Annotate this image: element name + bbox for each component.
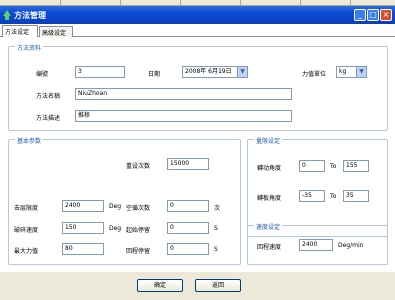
method-name-label: 方法名稱 <box>36 93 61 100</box>
start-wait-label: 起始停留 <box>126 227 151 234</box>
unit-label: 力值單位 <box>302 71 327 78</box>
rotate-from-field[interactable]: -35 <box>299 190 325 202</box>
max-stroke-label: 击层限度 <box>14 205 39 212</box>
angle-to-field[interactable]: 155 <box>343 160 369 172</box>
return-wait-field[interactable]: 0 <box>167 243 209 255</box>
tare-label: 重设次数 <box>126 163 151 170</box>
number-label: 编號 <box>36 71 49 78</box>
method-desc-label: 方法描述 <box>36 115 61 122</box>
tab-panel: 方法资料 编號 3 日期 2008年 6月19日 ▼ 力值單位 kg ▼ 方法名… <box>2 37 393 272</box>
tab-strip: 方法设定 高级设定 <box>0 24 395 37</box>
date-picker[interactable]: 2008年 6月19日 ▼ <box>182 66 248 78</box>
max-force-field[interactable]: 80 <box>62 243 104 255</box>
rotate-label: 轉板角度 <box>257 195 282 202</box>
number-field[interactable]: 3 <box>75 66 125 78</box>
close-button[interactable]: × <box>380 9 392 21</box>
chevron-down-icon: ▼ <box>237 67 247 77</box>
ok-button[interactable]: 确定 <box>137 279 183 292</box>
return-wait-unit: S <box>214 246 218 253</box>
return-wait-label: 回程停留 <box>126 248 151 255</box>
footer-bar: 确定 返回 <box>0 272 395 300</box>
date-label: 日期 <box>148 71 161 78</box>
zero-speed-unit: Deg <box>109 225 122 232</box>
method-name-field[interactable]: NiuZhoan <box>75 88 292 100</box>
basic-params-legend: 基本参数 <box>15 136 44 145</box>
rotate-to-label: To <box>330 193 337 200</box>
return-speed-label: 回程速度 <box>257 244 282 251</box>
empty-count-unit: 次 <box>214 205 221 212</box>
unit-select[interactable]: kg ▼ <box>336 66 367 78</box>
angle-from-field[interactable]: 0 <box>299 160 325 172</box>
zero-speed-field[interactable]: 150 <box>62 222 104 234</box>
angle-label: 轉动角度 <box>257 165 282 172</box>
app-icon <box>3 10 11 20</box>
max-stroke-unit: Deg <box>109 203 122 210</box>
return-speed-unit: Deg/min <box>338 242 364 249</box>
method-info-legend: 方法资料 <box>15 43 44 52</box>
start-wait-unit: S <box>214 225 218 232</box>
speed-settings-legend: 速度设定 <box>254 222 283 231</box>
minimize-button[interactable]: _ <box>354 9 366 21</box>
method-desc-field[interactable]: 推移 <box>75 110 292 122</box>
angle-to-label: To <box>330 163 337 170</box>
chevron-down-icon: ▼ <box>356 67 366 77</box>
start-wait-field[interactable]: 0 <box>167 222 209 234</box>
max-stroke-field[interactable]: 2400 <box>62 200 104 212</box>
empty-count-field[interactable]: 0 <box>167 200 209 212</box>
return-speed-field[interactable]: 2400 <box>299 239 333 251</box>
date-value: 2008年 6月19日 <box>185 68 232 75</box>
tab-method-settings[interactable]: 方法设定 <box>2 25 38 37</box>
range-settings-legend: 量限设定 <box>254 136 283 145</box>
back-button[interactable]: 返回 <box>195 279 241 292</box>
maximize-button[interactable]: □ <box>367 9 379 21</box>
empty-count-label: 空循次数 <box>126 205 151 212</box>
rotate-to-field[interactable]: 35 <box>343 190 369 202</box>
unit-value: kg <box>339 68 347 75</box>
tare-field[interactable]: 15000 <box>167 158 209 170</box>
zero-speed-label: 破碎速度 <box>14 227 39 234</box>
tab-advanced-settings[interactable]: 高级设定 <box>39 26 73 37</box>
window-titlebar: 方法管理 _ □ × <box>0 6 395 24</box>
max-force-label: 最大力值 <box>14 248 39 255</box>
window-title: 方法管理 <box>14 11 46 20</box>
